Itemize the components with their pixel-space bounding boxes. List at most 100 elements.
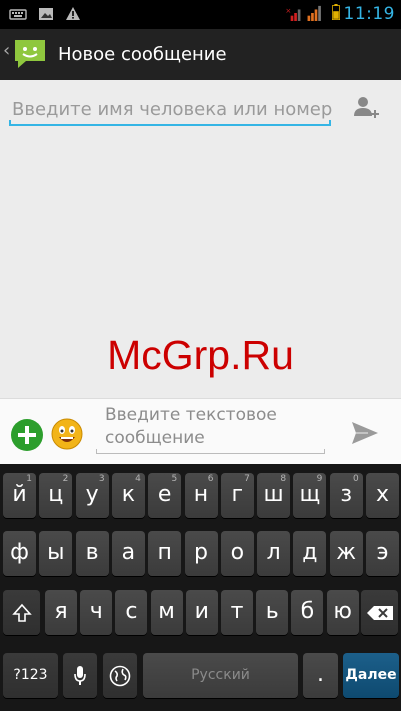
key-label: к — [121, 482, 136, 507]
key[interactable]: т — [221, 590, 253, 635]
message-field[interactable] — [96, 402, 333, 454]
key-label: х — [375, 482, 390, 507]
key-label: ы — [47, 540, 65, 565]
key-label: щ — [299, 482, 321, 507]
watermark: McGrp.Ru — [107, 332, 294, 378]
key-label: с — [125, 599, 138, 624]
image-icon — [39, 8, 53, 20]
recipient-underline — [9, 120, 331, 126]
shift-key[interactable] — [3, 590, 40, 635]
shift-icon — [11, 603, 32, 622]
key-label: ч — [89, 599, 103, 624]
svg-text:×: × — [285, 6, 291, 15]
key-label: ж — [336, 540, 357, 565]
key[interactable]: ю — [326, 590, 359, 635]
key-hint: 8 — [280, 474, 287, 484]
key-hint: 1 — [26, 474, 32, 484]
key[interactable]: я — [45, 590, 77, 635]
key-label: б — [300, 599, 315, 624]
key-label: а — [121, 540, 136, 565]
message-underline — [96, 449, 325, 454]
backspace-key[interactable] — [361, 590, 398, 635]
key-hint: 0 — [352, 474, 359, 484]
key-label: й — [12, 482, 27, 507]
recipient-input[interactable] — [9, 94, 332, 124]
key[interactable]: п — [148, 531, 182, 576]
key-label: Русский — [191, 667, 250, 683]
key[interactable]: о — [220, 531, 254, 576]
key[interactable]: н6 — [184, 473, 218, 518]
attach-plus-icon[interactable] — [11, 419, 43, 451]
key-label: г — [231, 482, 244, 507]
key-label: ?123 — [13, 667, 48, 683]
key[interactable]: и — [185, 590, 218, 635]
key[interactable]: х — [366, 473, 399, 518]
add-contact-icon[interactable] — [352, 94, 380, 124]
key[interactable]: з0 — [329, 473, 363, 518]
key[interactable]: ш8 — [257, 473, 291, 518]
key[interactable]: а — [111, 531, 145, 576]
status-bar: × 11:19 — [0, 0, 401, 29]
send-icon[interactable] — [350, 419, 380, 447]
key[interactable]: й1 — [3, 473, 36, 518]
key[interactable]: г7 — [220, 473, 254, 518]
key-hint: 2 — [62, 474, 69, 484]
back-chevron-icon[interactable]: ‹ — [3, 40, 10, 61]
key[interactable]: ч — [80, 590, 113, 635]
key-label: о — [230, 540, 245, 565]
key-label: у — [85, 482, 99, 507]
key-label: в — [85, 540, 99, 565]
key-label: и — [194, 599, 209, 624]
key[interactable]: ж — [329, 531, 363, 576]
key[interactable]: б — [291, 590, 324, 635]
key[interactable]: у3 — [75, 473, 109, 518]
page-title: Новое сообщение — [58, 44, 227, 65]
key-label: ш — [263, 482, 284, 507]
key[interactable]: с — [115, 590, 148, 635]
key[interactable]: в — [75, 531, 109, 576]
key[interactable]: ц2 — [39, 473, 73, 518]
key-label: ь — [265, 599, 279, 624]
next-key[interactable]: Далее — [343, 653, 399, 698]
signal-icon: × — [285, 5, 321, 21]
key[interactable]: л — [257, 531, 291, 576]
warning-icon — [66, 7, 80, 20]
backspace-icon — [366, 605, 393, 620]
key-label: д — [302, 540, 318, 565]
battery-icon — [332, 4, 340, 20]
emoji-icon[interactable] — [51, 418, 83, 450]
key-label: . — [317, 662, 324, 687]
key[interactable]: д — [293, 531, 327, 576]
key[interactable]: р — [184, 531, 218, 576]
language-key[interactable] — [103, 653, 137, 698]
key-label: ю — [333, 599, 352, 624]
message-input[interactable] — [96, 402, 333, 454]
key[interactable]: ь — [256, 590, 289, 635]
symbols-key[interactable]: ?123 — [3, 653, 58, 698]
recipient-field[interactable] — [9, 94, 332, 126]
key-hint: 4 — [135, 474, 141, 484]
mic-key[interactable] — [63, 653, 97, 698]
key-label: Далее — [345, 667, 397, 683]
key[interactable]: е5 — [148, 473, 182, 518]
period-key[interactable]: . — [303, 653, 338, 698]
key[interactable]: к4 — [111, 473, 145, 518]
key-label: е — [157, 482, 172, 507]
key-label: ц — [48, 482, 64, 507]
key-label: м — [158, 599, 175, 624]
key[interactable]: э — [366, 531, 399, 576]
keyboard-icon — [9, 9, 27, 20]
messaging-app-icon[interactable] — [12, 37, 48, 71]
key[interactable]: щ9 — [293, 473, 327, 518]
key-hint: 5 — [171, 474, 178, 484]
key[interactable]: ф — [3, 531, 36, 576]
status-clock: 11:19 — [343, 4, 395, 24]
key[interactable]: м — [150, 590, 183, 635]
key-label: р — [194, 540, 208, 565]
key-hint: 3 — [98, 474, 105, 484]
key-hint: 7 — [244, 474, 250, 484]
mic-icon — [74, 665, 86, 685]
key[interactable]: ы — [39, 531, 73, 576]
space-key[interactable]: Русский — [143, 653, 298, 698]
key-hint: 9 — [316, 474, 323, 484]
